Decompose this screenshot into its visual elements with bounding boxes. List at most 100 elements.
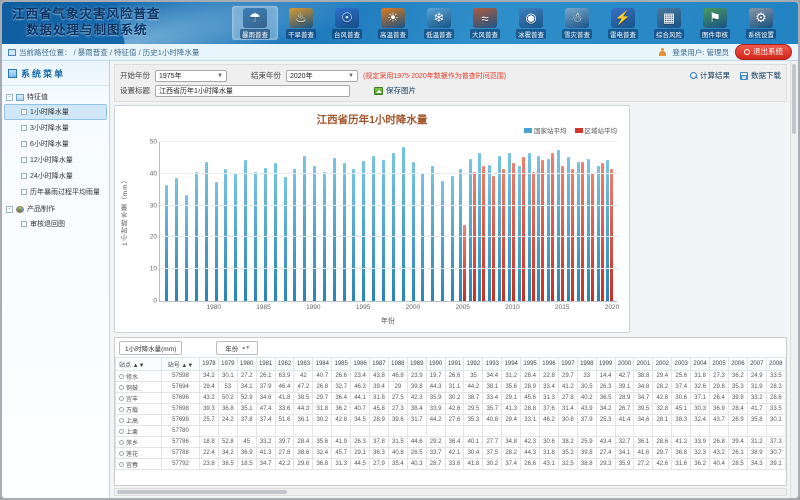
column-header-year-1999[interactable]: 1999 [596, 358, 615, 371]
bar-national-1986[interactable] [274, 163, 277, 301]
column-header-year-2006[interactable]: 2006 [728, 358, 747, 371]
station-name-cell[interactable]: 宜春 [116, 459, 162, 470]
bar-national-1996[interactable] [372, 156, 375, 301]
column-header-year-1995[interactable]: 1995 [521, 358, 540, 371]
year-sort-control[interactable]: 年份▲▼ [216, 341, 258, 355]
toolbar-item-snow[interactable]: ☃雪灾普查 [554, 6, 600, 40]
checkbox-icon[interactable] [21, 173, 27, 179]
tree-group-特征值[interactable]: -特征值 [4, 90, 107, 104]
column-header-year-1983[interactable]: 1983 [294, 358, 313, 371]
column-header-year-1981[interactable]: 1981 [256, 358, 275, 371]
column-header-year-2007[interactable]: 2007 [747, 358, 766, 371]
bar-national-2016[interactable] [567, 157, 570, 301]
save-image-button[interactable]: 保存图片 [374, 85, 416, 96]
toolbar-item-lightning[interactable]: ⚡雷电普查 [600, 6, 646, 40]
bar-national-2000[interactable] [412, 162, 415, 301]
bar-national-1988[interactable] [293, 169, 296, 301]
logout-button[interactable]: 退出系统 [735, 44, 792, 60]
column-header-year-1998[interactable]: 1998 [577, 358, 596, 371]
horizontal-scrollbar-thumb[interactable] [117, 490, 287, 494]
bar-regional-2009[interactable] [502, 169, 505, 301]
column-header-year-2002[interactable]: 2002 [653, 358, 672, 371]
bar-national-2005[interactable] [459, 169, 462, 301]
sidebar-item-12小时降水量[interactable]: 12小时降水量 [4, 152, 107, 168]
radio-icon[interactable] [119, 462, 124, 467]
column-header-year-1988[interactable]: 1988 [388, 358, 407, 371]
vertical-scrollbar[interactable] [790, 61, 798, 498]
bar-national-2020[interactable] [606, 160, 609, 301]
column-header-year-1986[interactable]: 1986 [351, 358, 370, 371]
column-header-year-2001[interactable]: 2001 [634, 358, 653, 371]
toolbar-item-drought[interactable]: ♨干旱普查 [278, 6, 324, 40]
start-year-select[interactable]: 1975年▼ [155, 70, 227, 82]
radio-icon[interactable] [119, 385, 124, 390]
station-name-cell[interactable]: 上栗 [116, 426, 162, 437]
bar-regional-2014[interactable] [551, 153, 554, 301]
column-header-year-2003[interactable]: 2003 [672, 358, 691, 371]
radio-icon[interactable] [119, 407, 124, 412]
column-header-year-1997[interactable]: 1997 [558, 358, 577, 371]
column-header-year-2008[interactable]: 2008 [766, 358, 785, 371]
bar-national-1979[interactable] [205, 162, 208, 301]
breadcrumb[interactable]: / 暴雨普查 / 特征值 / 历史1小时降水量 [74, 47, 200, 58]
bar-national-2009[interactable] [498, 156, 501, 301]
column-header-year-2000[interactable]: 2000 [615, 358, 634, 371]
sidebar-item-24小时降水量[interactable]: 24小时降水量 [4, 168, 107, 184]
bar-national-2003[interactable] [441, 181, 444, 301]
column-header-id[interactable]: 站号 ▲▼ [162, 358, 200, 371]
column-header-station[interactable]: 站点 ▲▼ [116, 358, 162, 371]
bar-national-1989[interactable] [303, 156, 306, 301]
bar-national-1977[interactable] [185, 195, 188, 301]
column-header-year-1992[interactable]: 1992 [464, 358, 483, 371]
column-header-year-1996[interactable]: 1996 [540, 358, 559, 371]
sidebar-item-1小时降水量[interactable]: 1小时降水量 [4, 104, 107, 120]
bar-national-1976[interactable] [175, 178, 178, 301]
bar-regional-2016[interactable] [571, 169, 574, 301]
bar-national-1985[interactable] [264, 168, 267, 301]
legend-national[interactable]: 国家站平均 [524, 125, 567, 135]
bar-national-2007[interactable] [478, 153, 481, 301]
bar-regional-2017[interactable] [581, 162, 584, 301]
bar-national-2017[interactable] [577, 162, 580, 301]
bar-national-1981[interactable] [224, 169, 227, 301]
bar-national-2011[interactable] [518, 166, 521, 301]
checkbox-icon[interactable] [21, 125, 27, 131]
bar-national-2019[interactable] [597, 166, 600, 301]
station-name-cell[interactable]: 莲花 [116, 448, 162, 459]
column-header-year-1984[interactable]: 1984 [313, 358, 332, 371]
radio-icon[interactable] [119, 429, 124, 434]
bar-national-1995[interactable] [362, 161, 365, 301]
bar-regional-2020[interactable] [610, 169, 613, 301]
column-header-year-2004[interactable]: 2004 [691, 358, 710, 371]
column-header-year-1985[interactable]: 1985 [332, 358, 351, 371]
bar-national-2014[interactable] [547, 159, 550, 301]
bar-national-2010[interactable] [508, 153, 511, 301]
toolbar-item-rainstorm[interactable]: ☂暴雨普查 [232, 6, 278, 40]
bar-national-2002[interactable] [431, 166, 434, 301]
radio-icon[interactable] [119, 440, 124, 445]
tree-group-产品制作[interactable]: -产品制作 [4, 202, 107, 216]
station-name-cell[interactable]: 萍乡 [116, 437, 162, 448]
toolbar-item-high-temp[interactable]: ☀高温普查 [370, 6, 416, 40]
column-header-year-2005[interactable]: 2005 [710, 358, 729, 371]
bar-national-2013[interactable] [537, 156, 540, 301]
bar-national-1998[interactable] [392, 153, 395, 301]
bar-national-1992[interactable] [333, 158, 336, 301]
station-name-cell[interactable]: 宜丰 [116, 393, 162, 404]
sidebar-item-审核退回图[interactable]: 审核退回图 [4, 216, 107, 232]
download-button[interactable]: 数据下载 [740, 70, 781, 81]
bar-regional-2015[interactable] [561, 166, 564, 301]
radio-icon[interactable] [119, 396, 124, 401]
checkbox-icon[interactable] [21, 189, 27, 195]
column-header-year-1994[interactable]: 1994 [502, 358, 521, 371]
bar-national-2004[interactable] [451, 176, 454, 301]
checkbox-icon[interactable] [21, 109, 27, 115]
station-name-cell[interactable]: 上高 [116, 415, 162, 426]
column-header-year-1991[interactable]: 1991 [445, 358, 464, 371]
bar-national-1997[interactable] [382, 160, 385, 301]
bar-regional-2011[interactable] [522, 157, 525, 301]
expand-toggle-icon[interactable]: - [6, 206, 13, 213]
column-header-year-1982[interactable]: 1982 [275, 358, 294, 371]
end-year-select[interactable]: 2020年▼ [286, 70, 358, 82]
sidebar-item-历年暴雨过程平均雨量[interactable]: 历年暴雨过程平均雨量 [4, 184, 107, 200]
